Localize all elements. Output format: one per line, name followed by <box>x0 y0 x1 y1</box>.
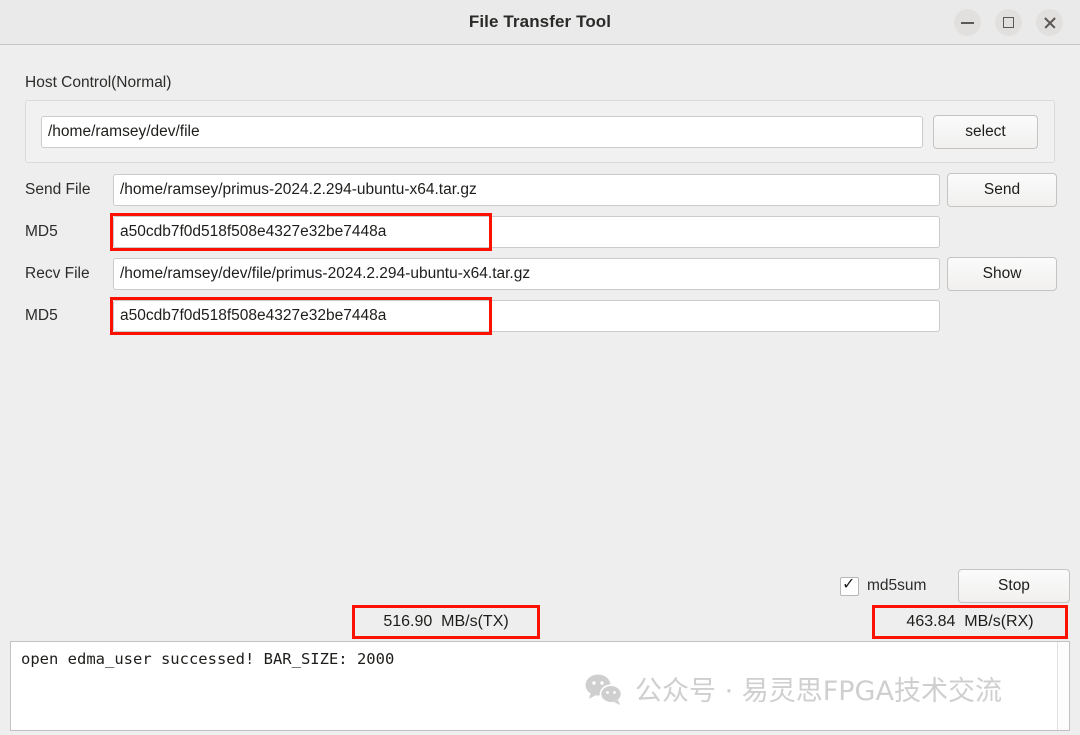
host-path-input[interactable]: /home/ramsey/dev/file <box>41 116 923 148</box>
checkbox-check-icon[interactable] <box>840 574 859 596</box>
show-button[interactable]: Show <box>947 257 1057 291</box>
recv-file-label: Recv File <box>25 265 90 282</box>
md5-send-input[interactable]: a50cdb7f0d518f508e4327e32be7448a <box>113 216 940 248</box>
send-file-label: Send File <box>25 181 91 198</box>
md5sum-label: md5sum <box>867 577 927 594</box>
console-scrollbar[interactable] <box>1057 642 1069 730</box>
md5-recv-input[interactable]: a50cdb7f0d518f508e4327e32be7448a <box>113 300 940 332</box>
window-title: File Transfer Tool <box>468 12 612 31</box>
close-button[interactable] <box>1036 9 1063 36</box>
title-bar: File Transfer Tool <box>0 0 1080 45</box>
host-control-group-label: Host Control(Normal) <box>25 74 172 91</box>
send-file-input[interactable]: /home/ramsey/primus-2024.2.294-ubuntu-x6… <box>113 174 940 206</box>
minimize-button[interactable] <box>954 9 981 36</box>
stop-button[interactable]: Stop <box>958 569 1070 603</box>
md5sum-checkbox[interactable]: md5sum <box>840 574 927 597</box>
send-button[interactable]: Send <box>947 173 1057 207</box>
md5-recv-label: MD5 <box>25 307 58 324</box>
tx-rate-value: 516.90 MB/s(TX) <box>383 613 509 630</box>
select-button[interactable]: select <box>933 115 1038 149</box>
rx-rate-value: 463.84 MB/s(RX) <box>906 613 1034 630</box>
console-output[interactable]: open edma_user successed! BAR_SIZE: 2000 <box>10 641 1070 731</box>
console-log-line: open edma_user successed! BAR_SIZE: 2000 <box>21 650 395 668</box>
recv-file-input[interactable]: /home/ramsey/dev/file/primus-2024.2.294-… <box>113 258 940 290</box>
maximize-button[interactable] <box>995 9 1022 36</box>
md5-send-label: MD5 <box>25 223 58 240</box>
